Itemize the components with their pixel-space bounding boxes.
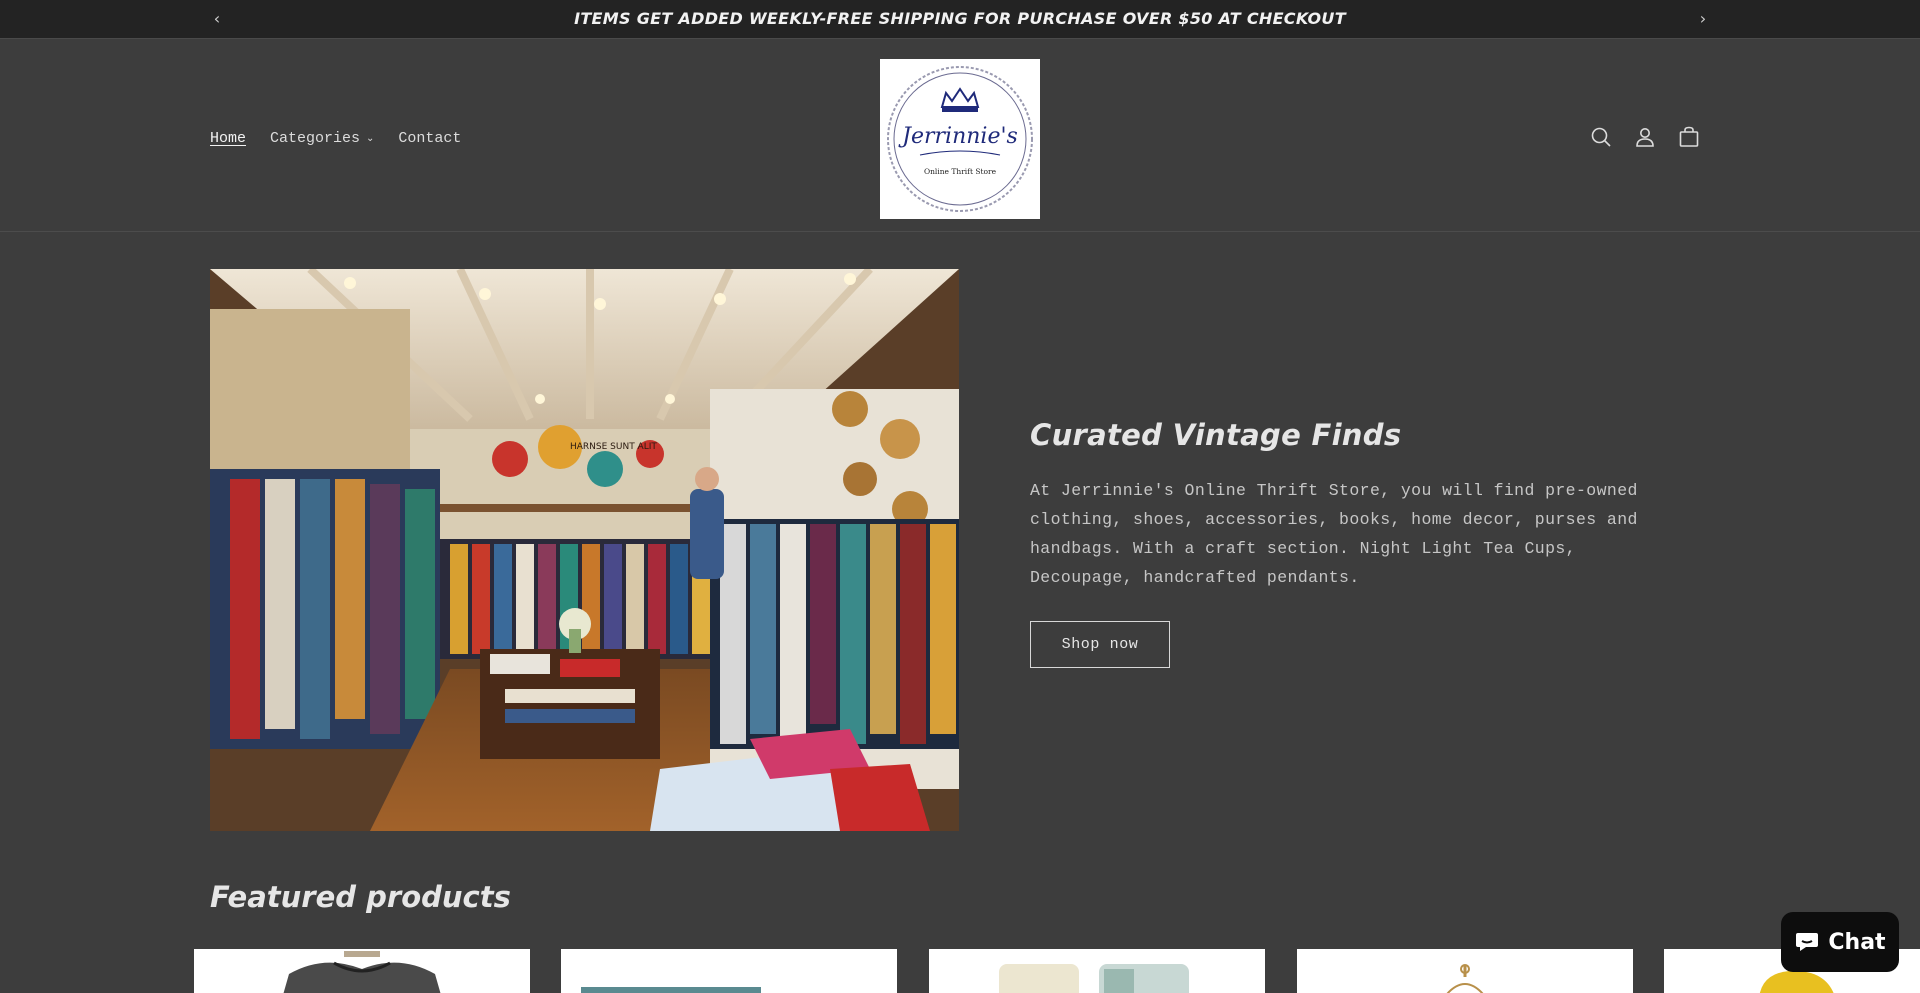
announcement-text: ITEMS GET ADDED WEEKLY-FREE SHIPPING FOR… bbox=[574, 9, 1346, 28]
product-card[interactable] bbox=[929, 949, 1265, 993]
product-card[interactable] bbox=[561, 949, 897, 993]
nav-categories-label: Categories bbox=[270, 130, 361, 147]
nav-home-link[interactable]: Home bbox=[210, 130, 246, 147]
product-card[interactable] bbox=[1297, 949, 1633, 993]
hero-image: HARNSE SUNT ALIT bbox=[210, 269, 959, 831]
store-sign-text: HARNSE SUNT ALIT bbox=[570, 442, 657, 452]
logo-tagline: Online Thrift Store bbox=[924, 167, 997, 176]
main-nav: Home Categories ⌄ Contact bbox=[210, 130, 461, 147]
hero-description: At Jerrinnie's Online Thrift Store, you … bbox=[1030, 481, 1638, 587]
account-icon[interactable] bbox=[1633, 125, 1657, 149]
logo-name: Jerrinnie's bbox=[898, 124, 1018, 149]
announcement-bar: ‹ ITEMS GET ADDED WEEKLY-FREE SHIPPING F… bbox=[0, 0, 1920, 39]
chat-label: Chat bbox=[1828, 929, 1886, 955]
chat-bubble-icon bbox=[1796, 933, 1819, 951]
store-logo[interactable]: Jerrinnie's Online Thrift Store bbox=[880, 59, 1040, 219]
cart-icon[interactable] bbox=[1677, 125, 1701, 149]
site-header: Home Categories ⌄ Contact Jerrinnie's On… bbox=[0, 39, 1920, 232]
nav-contact-link[interactable]: Contact bbox=[398, 130, 461, 147]
chat-button[interactable]: Chat bbox=[1781, 912, 1899, 972]
chevron-down-icon: ⌄ bbox=[366, 133, 375, 144]
hero-title: Curated Vintage Finds bbox=[1030, 418, 1402, 452]
product-card[interactable] bbox=[194, 949, 530, 993]
nav-categories-link[interactable]: Categories ⌄ bbox=[270, 130, 374, 147]
featured-products-grid bbox=[0, 949, 1920, 993]
shop-now-button[interactable]: Shop now bbox=[1030, 621, 1170, 668]
featured-products-title: Featured products bbox=[210, 880, 511, 914]
search-icon[interactable] bbox=[1589, 125, 1613, 149]
header-icons bbox=[1589, 125, 1701, 149]
chevron-right-icon[interactable]: › bbox=[1691, 8, 1715, 30]
